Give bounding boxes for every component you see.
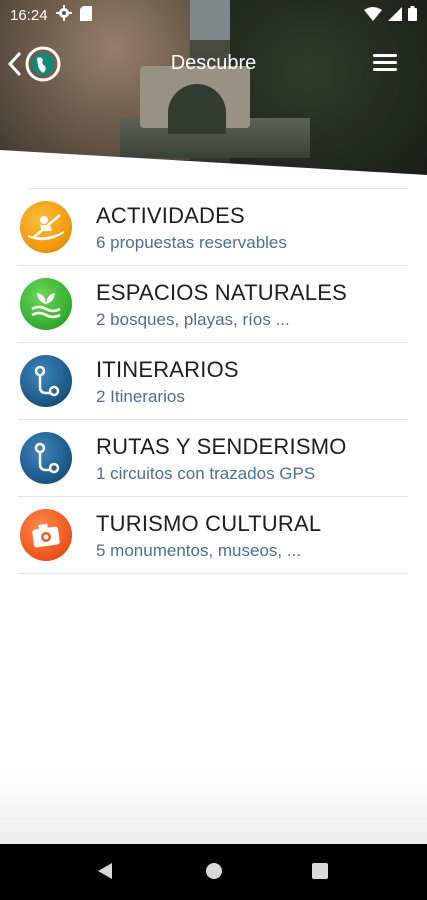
app-bar: Descubre — [0, 44, 427, 84]
item-subtitle: 5 monumentos, museos, ... — [96, 541, 302, 560]
menu-button[interactable] — [373, 54, 397, 74]
system-nav-bar — [0, 844, 427, 900]
status-time: 16:24 — [10, 6, 48, 24]
settings-icon — [55, 5, 72, 25]
status-bar: 16:24 — [0, 0, 427, 30]
item-title: ITINERARIOS — [96, 357, 239, 382]
list-item-itinerarios[interactable]: ITINERARIOS 2 Itinerarios — [18, 343, 408, 420]
list-item-rutas-senderismo[interactable]: RUTAS Y SENDERISMO 1 circuitos con traza… — [18, 420, 408, 497]
item-title: ACTIVIDADES — [96, 203, 245, 228]
item-subtitle: 1 circuitos con trazados GPS — [96, 464, 316, 483]
list-item-espacios-naturales[interactable]: ESPACIOS NATURALES 2 bosques, playas, rí… — [18, 266, 408, 343]
category-list: ACTIVIDADES 6 propuestas reservables ESP… — [18, 188, 408, 574]
list-item-turismo-cultural[interactable]: TURISMO CULTURAL 5 monumentos, museos, .… — [18, 497, 408, 574]
nav-back-icon[interactable] — [98, 863, 112, 879]
battery-icon — [408, 6, 417, 25]
route-icon — [20, 355, 72, 407]
item-title: RUTAS Y SENDERISMO — [96, 434, 347, 459]
nature-icon — [20, 278, 72, 330]
bottom-fade — [0, 770, 427, 844]
hamburger-icon — [373, 54, 397, 57]
item-title: ESPACIOS NATURALES — [96, 280, 347, 305]
camera-icon — [20, 509, 72, 561]
kayak-icon — [20, 201, 72, 253]
sd-card-icon — [79, 5, 92, 25]
item-subtitle: 2 bosques, playas, ríos ... — [96, 310, 290, 329]
page-title: Descubre — [170, 52, 257, 74]
wifi-icon — [364, 6, 382, 25]
item-title: TURISMO CULTURAL — [96, 511, 322, 536]
item-subtitle: 2 Itinerarios — [96, 387, 185, 406]
nav-recents-icon[interactable] — [312, 863, 328, 879]
list-item-actividades[interactable]: ACTIVIDADES 6 propuestas reservables — [18, 189, 408, 266]
item-subtitle: 6 propuestas reservables — [96, 233, 287, 252]
signal-icon — [388, 6, 402, 25]
route-icon — [20, 432, 72, 484]
nav-home-icon[interactable] — [206, 863, 222, 879]
